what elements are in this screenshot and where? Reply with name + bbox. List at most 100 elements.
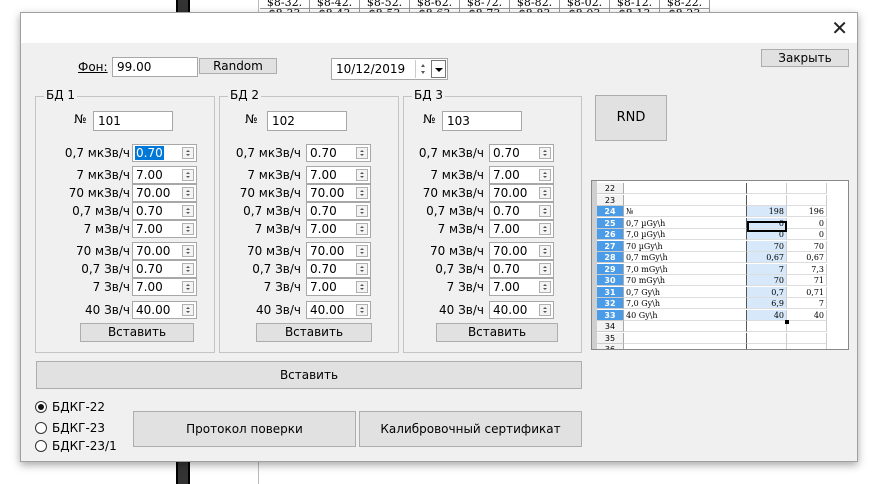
fill-handle[interactable]	[785, 320, 789, 324]
dose-spinbox[interactable]: 0.70	[132, 144, 197, 162]
dose-spinbox[interactable]: 7.00	[306, 278, 371, 296]
spin-arrows-icon[interactable]	[356, 281, 368, 293]
dose-spinbox[interactable]: 0.70	[132, 202, 197, 220]
spin-arrows-icon[interactable]	[356, 187, 368, 199]
insert-button[interactable]: Вставить	[80, 323, 194, 342]
preview-row-number: 33	[597, 309, 624, 321]
dose-value: 7.00	[136, 168, 163, 182]
radio-bdkg-22[interactable]	[35, 401, 47, 413]
spin-arrows-icon[interactable]	[356, 245, 368, 257]
preview-cell: 198	[747, 206, 787, 217]
spin-arrows-icon[interactable]	[539, 169, 551, 181]
spin-arrows-icon[interactable]	[182, 281, 194, 293]
dose-label: 0,7 Зв/ч	[81, 262, 130, 276]
spin-arrows-icon[interactable]	[539, 187, 551, 199]
preview-cell: №	[624, 206, 747, 217]
dose-label: 0,7 мкЗв/ч	[418, 146, 484, 160]
dose-spinbox[interactable]: 0.70	[306, 202, 371, 220]
preview-row: 34	[597, 321, 848, 332]
insert-all-button[interactable]: Вставить	[36, 361, 582, 389]
dose-spinbox[interactable]: 7.00	[489, 278, 554, 296]
spin-arrows-icon[interactable]	[182, 304, 194, 316]
dose-value: 0.70	[136, 262, 163, 276]
spin-arrows-icon[interactable]	[182, 205, 194, 217]
background-cell: $8-72.	[460, 0, 510, 9]
dose-spinbox[interactable]: 0.70	[489, 260, 554, 278]
preview-row-number: 30	[597, 275, 624, 286]
dose-spinbox[interactable]: 7.00	[132, 220, 197, 238]
spin-arrows-icon[interactable]	[182, 263, 194, 275]
spin-arrows-icon[interactable]	[182, 245, 194, 257]
rnd-button[interactable]: RND	[595, 95, 667, 141]
dose-spinbox[interactable]: 0.70	[132, 260, 197, 278]
preview-cell: 7	[747, 263, 787, 275]
dose-label: 7 мЗв/ч	[437, 222, 484, 236]
dose-spinbox[interactable]: 70.00	[489, 184, 554, 202]
dose-spinbox[interactable]: 0.70	[306, 260, 371, 278]
spin-arrows-icon[interactable]	[539, 223, 551, 235]
spreadsheet-preview: 22 23 24 № 198 196 25 0,7 µGy\h 0 0 26 7,0 µGy\h 0 0 2…	[591, 180, 849, 350]
spin-arrows-icon[interactable]	[539, 263, 551, 275]
preview-cell	[747, 344, 787, 349]
dose-spinbox[interactable]: 70.00	[306, 242, 371, 260]
db-group-title: БД 2	[228, 88, 262, 102]
dose-spinbox[interactable]: 7.00	[306, 220, 371, 238]
preview-row: 22	[597, 183, 848, 194]
spin-arrows-icon[interactable]	[539, 281, 551, 293]
num-input[interactable]: 101	[93, 111, 173, 131]
dose-spinbox[interactable]: 40.00	[489, 301, 554, 319]
spin-arrows-icon[interactable]	[539, 147, 551, 159]
insert-button[interactable]: Вставить	[256, 323, 372, 342]
dose-spinbox[interactable]: 40.00	[132, 301, 197, 319]
dose-spinbox[interactable]: 70.00	[132, 242, 197, 260]
preview-cell: 0,71	[787, 286, 827, 298]
close-icon[interactable]: ✕	[831, 16, 848, 40]
chevron-down-icon[interactable]	[431, 60, 446, 78]
spin-arrows-icon[interactable]	[356, 223, 368, 235]
spin-arrows-icon[interactable]	[539, 245, 551, 257]
protocol-button[interactable]: Протокол поверки	[133, 411, 356, 447]
dose-spinbox[interactable]: 7.00	[132, 166, 197, 184]
radio-label: БДКГ-22	[52, 400, 106, 414]
spin-arrows-icon[interactable]	[356, 147, 368, 159]
close-button[interactable]: Закрыть	[761, 49, 849, 67]
dose-spinbox[interactable]: 7.00	[489, 220, 554, 238]
dose-spinbox[interactable]: 7.00	[489, 166, 554, 184]
spin-arrows-icon[interactable]	[182, 147, 194, 159]
dose-spinbox[interactable]: 0.70	[489, 202, 554, 220]
spin-arrows-icon[interactable]	[182, 187, 194, 199]
random-button[interactable]: Random	[199, 58, 277, 74]
preview-row: 28 0,7 mGy\h 0,67 0,67	[597, 252, 848, 263]
certificate-button[interactable]: Калибровочный сертификат	[359, 411, 582, 447]
preview-cell: 71	[787, 275, 827, 286]
dose-spinbox[interactable]: 0.70	[489, 144, 554, 162]
db-group-3: БД 3 № 103 0,7 мкЗв/ч 0.70 7 мкЗв/ч 7.00…	[403, 88, 582, 353]
spin-arrows-icon[interactable]	[356, 169, 368, 181]
dose-spinbox[interactable]: 70.00	[489, 242, 554, 260]
spin-arrows-icon[interactable]	[356, 263, 368, 275]
spin-arrows-icon[interactable]	[539, 205, 551, 217]
spin-arrows-icon[interactable]	[182, 169, 194, 181]
spin-arrows-icon[interactable]	[356, 205, 368, 217]
spin-arrows-icon[interactable]	[356, 304, 368, 316]
dose-spinbox[interactable]: 7.00	[306, 166, 371, 184]
dose-label: 0,7 мЗв/ч	[426, 204, 484, 218]
dose-value: 7.00	[136, 222, 163, 236]
fon-input[interactable]: 99.00	[112, 57, 198, 77]
date-picker[interactable]: 10/12/2019	[331, 58, 448, 80]
dose-spinbox[interactable]: 70.00	[306, 184, 371, 202]
preview-cell	[787, 194, 827, 206]
spin-arrows-icon[interactable]	[182, 223, 194, 235]
date-value: 10/12/2019	[336, 62, 406, 76]
num-input[interactable]: 103	[442, 111, 522, 131]
dose-spinbox[interactable]: 40.00	[306, 301, 371, 319]
spin-arrows-icon[interactable]	[539, 304, 551, 316]
dose-spinbox[interactable]: 0.70	[306, 144, 371, 162]
dose-spinbox[interactable]: 7.00	[132, 278, 197, 296]
date-spin-icon[interactable]	[415, 60, 430, 78]
radio-bdkg-23[interactable]	[35, 422, 47, 434]
radio-bdkg-23-1[interactable]	[35, 440, 47, 452]
num-input[interactable]: 102	[267, 111, 347, 131]
dose-spinbox[interactable]: 70.00	[132, 184, 197, 202]
insert-button[interactable]: Вставить	[436, 323, 558, 342]
